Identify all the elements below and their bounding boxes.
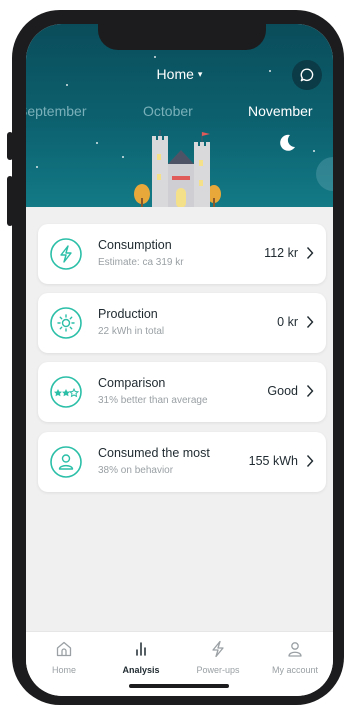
star <box>96 142 98 144</box>
card-subtitle: 38% on behavior <box>98 465 174 476</box>
star <box>66 84 68 86</box>
analysis-content: Consumption Estimate: ca 319 kr 112 kr P… <box>26 207 333 631</box>
volume-up-button <box>7 176 13 226</box>
home-icon <box>56 641 72 657</box>
lightning-icon <box>212 640 224 658</box>
star <box>36 166 38 168</box>
sun-icon <box>50 307 82 339</box>
chevron-right-icon <box>306 316 314 328</box>
chevron-down-icon: ▾ <box>197 69 203 79</box>
consumption-card[interactable]: Consumption Estimate: ca 319 kr 112 kr <box>38 224 326 284</box>
month-current[interactable]: October <box>143 103 193 119</box>
app-screen: Home▾ September October November <box>26 24 333 696</box>
star <box>154 56 156 58</box>
card-subtitle: Estimate: ca 319 kr <box>98 257 184 268</box>
card-title: Consumption <box>98 238 172 252</box>
castle-illustration <box>134 130 221 208</box>
chat-button[interactable] <box>292 60 322 90</box>
month-previous[interactable]: September <box>26 103 86 119</box>
tab-my-account[interactable]: My account <box>257 640 333 675</box>
tab-analysis[interactable]: Analysis <box>103 640 179 675</box>
chevron-right-icon <box>306 247 314 259</box>
star <box>122 156 124 158</box>
home-title-label: Home <box>156 66 194 82</box>
chevron-right-icon <box>306 385 314 397</box>
side-button <box>7 132 13 160</box>
header-illustration: Home▾ September October November <box>26 24 333 208</box>
card-value: Good <box>267 384 298 398</box>
notch <box>98 24 266 50</box>
card-subtitle: 31% better than average <box>98 395 208 406</box>
glow-circle <box>316 157 333 191</box>
card-subtitle: 22 kWh in total <box>98 326 165 337</box>
bar-chart-icon <box>136 642 146 656</box>
stars-icon <box>50 376 82 408</box>
tab-power-ups[interactable]: Power-ups <box>180 640 256 675</box>
card-title: Comparison <box>98 376 166 390</box>
tab-label: Home <box>51 665 76 675</box>
star <box>313 150 315 152</box>
lightning-icon <box>50 238 82 270</box>
tab-label: Analysis <box>122 665 160 675</box>
person-icon <box>288 642 302 657</box>
home-indicator <box>129 684 229 688</box>
card-value: 155 kWh <box>248 454 298 468</box>
chat-bubble-icon <box>300 68 314 82</box>
tab-label: Power-ups <box>196 665 240 675</box>
comparison-card[interactable]: Comparison 31% better than average Good <box>38 362 326 422</box>
card-value: 0 kr <box>277 315 298 329</box>
home-selector[interactable]: Home ▾ <box>26 66 333 82</box>
chevron-right-icon <box>306 455 314 467</box>
production-card[interactable]: Production 22 kWh in total 0 kr <box>38 293 326 353</box>
card-value: 112 kr <box>264 246 298 260</box>
card-title: Production <box>98 307 158 321</box>
consumed-most-card[interactable]: Consumed the most 38% on behavior 155 kW… <box>38 432 326 492</box>
card-title: Consumed the most <box>98 446 210 460</box>
person-icon <box>50 446 82 478</box>
tab-home[interactable]: Home <box>26 640 102 675</box>
month-next[interactable]: November <box>248 103 313 119</box>
tab-label: My account <box>271 665 319 675</box>
moon-icon <box>280 134 295 151</box>
